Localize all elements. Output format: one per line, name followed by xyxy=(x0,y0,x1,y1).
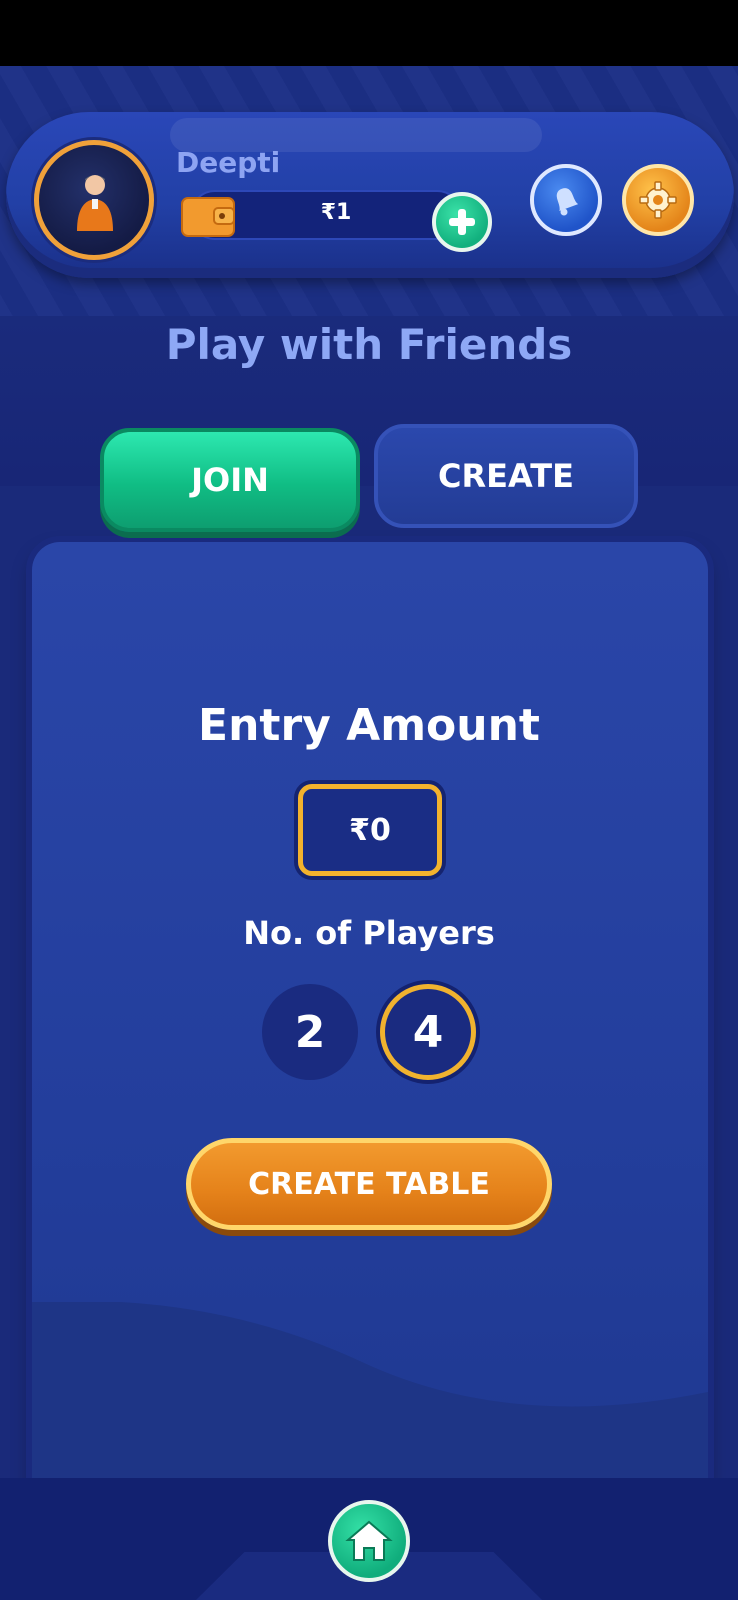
add-money-button[interactable] xyxy=(432,192,492,252)
bell-icon xyxy=(556,188,579,216)
page-title: Play with Friends xyxy=(165,320,573,369)
tab-create[interactable]: CREATE xyxy=(374,424,638,528)
gear-icon xyxy=(639,181,677,219)
tab-join[interactable]: JOIN xyxy=(100,428,360,532)
entry-amount-field[interactable]: ₹0 xyxy=(298,784,442,876)
create-table-button[interactable]: CREATE TABLE xyxy=(186,1138,552,1230)
plus-icon xyxy=(449,209,475,235)
players-label: No. of Players xyxy=(243,914,495,952)
username: Deepti xyxy=(176,146,281,179)
player-option-2[interactable]: 2 xyxy=(262,984,358,1080)
play-friends-panel xyxy=(32,542,708,1508)
entry-amount-label: Entry Amount xyxy=(198,700,540,751)
user-avatar-icon xyxy=(77,175,113,231)
wallet-balance: ₹1 xyxy=(320,200,352,225)
avatar[interactable] xyxy=(34,140,154,260)
home-icon xyxy=(345,1520,393,1561)
settings-button[interactable] xyxy=(622,164,694,236)
status-bar xyxy=(0,0,738,66)
wallet-icon xyxy=(181,197,235,237)
notifications-button[interactable] xyxy=(530,164,602,236)
home-button[interactable] xyxy=(328,1500,410,1582)
player-option-4[interactable]: 4 xyxy=(380,984,476,1080)
